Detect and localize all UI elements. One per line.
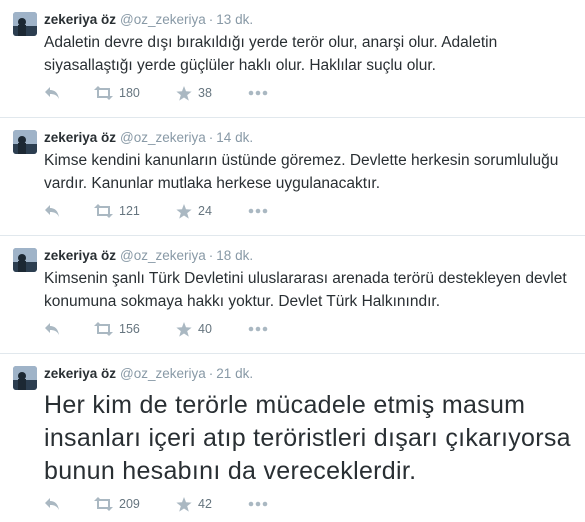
more-icon <box>248 501 268 507</box>
user-name[interactable]: zekeriya öz <box>44 12 116 27</box>
reply-icon <box>45 498 59 510</box>
user-handle[interactable]: @oz_zekeriya <box>120 248 206 263</box>
favorite-button[interactable]: 42 <box>176 496 248 512</box>
reply-icon <box>45 87 59 99</box>
avatar[interactable] <box>13 12 37 36</box>
reply-icon <box>45 323 59 335</box>
retweet-icon <box>94 204 113 218</box>
avatar[interactable] <box>13 366 37 390</box>
more-icon <box>248 326 268 332</box>
tweet-text: Adaletin devre dışı bırakıldığı yerde te… <box>44 34 498 74</box>
tweet-actions: 121 24 <box>44 202 268 220</box>
reply-button[interactable] <box>44 497 94 511</box>
more-button[interactable] <box>248 501 268 507</box>
avatar[interactable] <box>13 248 37 272</box>
timestamp[interactable]: 13 dk. <box>216 12 253 27</box>
user-name[interactable]: zekeriya öz <box>44 248 116 263</box>
avatar[interactable] <box>13 130 37 154</box>
user-handle[interactable]: @oz_zekeriya <box>120 12 206 27</box>
reply-button[interactable] <box>44 86 94 100</box>
star-icon <box>176 85 192 101</box>
more-button[interactable] <box>248 90 268 96</box>
tweet[interactable]: zekeriya öz @oz_zekeriya · 14 dk. Kimse ken… <box>0 118 585 236</box>
retweet-count: 156 <box>119 322 140 336</box>
retweet-count: 121 <box>119 204 140 218</box>
retweet-button[interactable]: 121 <box>94 204 176 218</box>
favorite-button[interactable]: 40 <box>176 321 248 337</box>
retweet-count: 180 <box>119 86 140 100</box>
reply-button[interactable] <box>44 204 94 218</box>
star-icon <box>176 203 192 219</box>
timestamp[interactable]: 21 dk. <box>216 366 253 381</box>
retweet-count: 209 <box>119 497 140 511</box>
star-icon <box>176 321 192 337</box>
separator: · <box>208 248 214 263</box>
more-button[interactable] <box>248 326 268 332</box>
tweet-actions: 209 42 <box>44 495 268 513</box>
more-button[interactable] <box>248 208 268 214</box>
tweet-text: Her kim de terörle mücadele etmiş masum … <box>44 391 571 485</box>
tweet[interactable]: zekeriya öz @oz_zekeriya · 13 dk. Adaletin … <box>0 0 585 118</box>
retweet-button[interactable]: 209 <box>94 497 176 511</box>
retweet-icon <box>94 497 113 511</box>
retweet-icon <box>94 322 113 336</box>
more-icon <box>248 90 268 96</box>
separator: · <box>208 130 214 145</box>
tweet[interactable]: zekeriya öz @oz_zekeriya · 18 dk. Kimsenin … <box>0 236 585 354</box>
timestamp[interactable]: 18 dk. <box>216 248 253 263</box>
reply-button[interactable] <box>44 322 94 336</box>
favorite-count: 38 <box>198 86 212 100</box>
star-icon <box>176 496 192 512</box>
retweet-button[interactable]: 180 <box>94 86 176 100</box>
tweet-header: zekeriya öz @oz_zekeriya · 13 dk. <box>44 11 253 28</box>
retweet-button[interactable]: 156 <box>94 322 176 336</box>
favorite-count: 42 <box>198 497 212 511</box>
tweet-text: Kimsenin şanlı Türk Devletini uluslarara… <box>44 270 567 310</box>
user-handle[interactable]: @oz_zekeriya <box>120 130 206 145</box>
tweet[interactable]: zekeriya öz @oz_zekeriya · 21 dk. Her kim d… <box>0 354 585 522</box>
favorite-count: 40 <box>198 322 212 336</box>
user-name[interactable]: zekeriya öz <box>44 130 116 145</box>
tweet-actions: 180 38 <box>44 84 268 102</box>
tweet-text: Kimse kendini kanunların üstünde göremez… <box>44 152 559 192</box>
favorite-count: 24 <box>198 204 212 218</box>
separator: · <box>208 12 214 27</box>
timestamp[interactable]: 14 dk. <box>216 130 253 145</box>
tweet-header: zekeriya öz @oz_zekeriya · 21 dk. <box>44 365 253 382</box>
reply-icon <box>45 205 59 217</box>
user-handle[interactable]: @oz_zekeriya <box>120 366 206 381</box>
user-name[interactable]: zekeriya öz <box>44 366 116 381</box>
tweet-header: zekeriya öz @oz_zekeriya · 18 dk. <box>44 247 253 264</box>
tweet-actions: 156 40 <box>44 320 268 338</box>
tweet-timeline: zekeriya öz @oz_zekeriya · 13 dk. Adaletin … <box>0 0 585 522</box>
favorite-button[interactable]: 24 <box>176 203 248 219</box>
retweet-icon <box>94 86 113 100</box>
more-icon <box>248 208 268 214</box>
tweet-header: zekeriya öz @oz_zekeriya · 14 dk. <box>44 129 253 146</box>
favorite-button[interactable]: 38 <box>176 85 248 101</box>
separator: · <box>208 366 214 381</box>
